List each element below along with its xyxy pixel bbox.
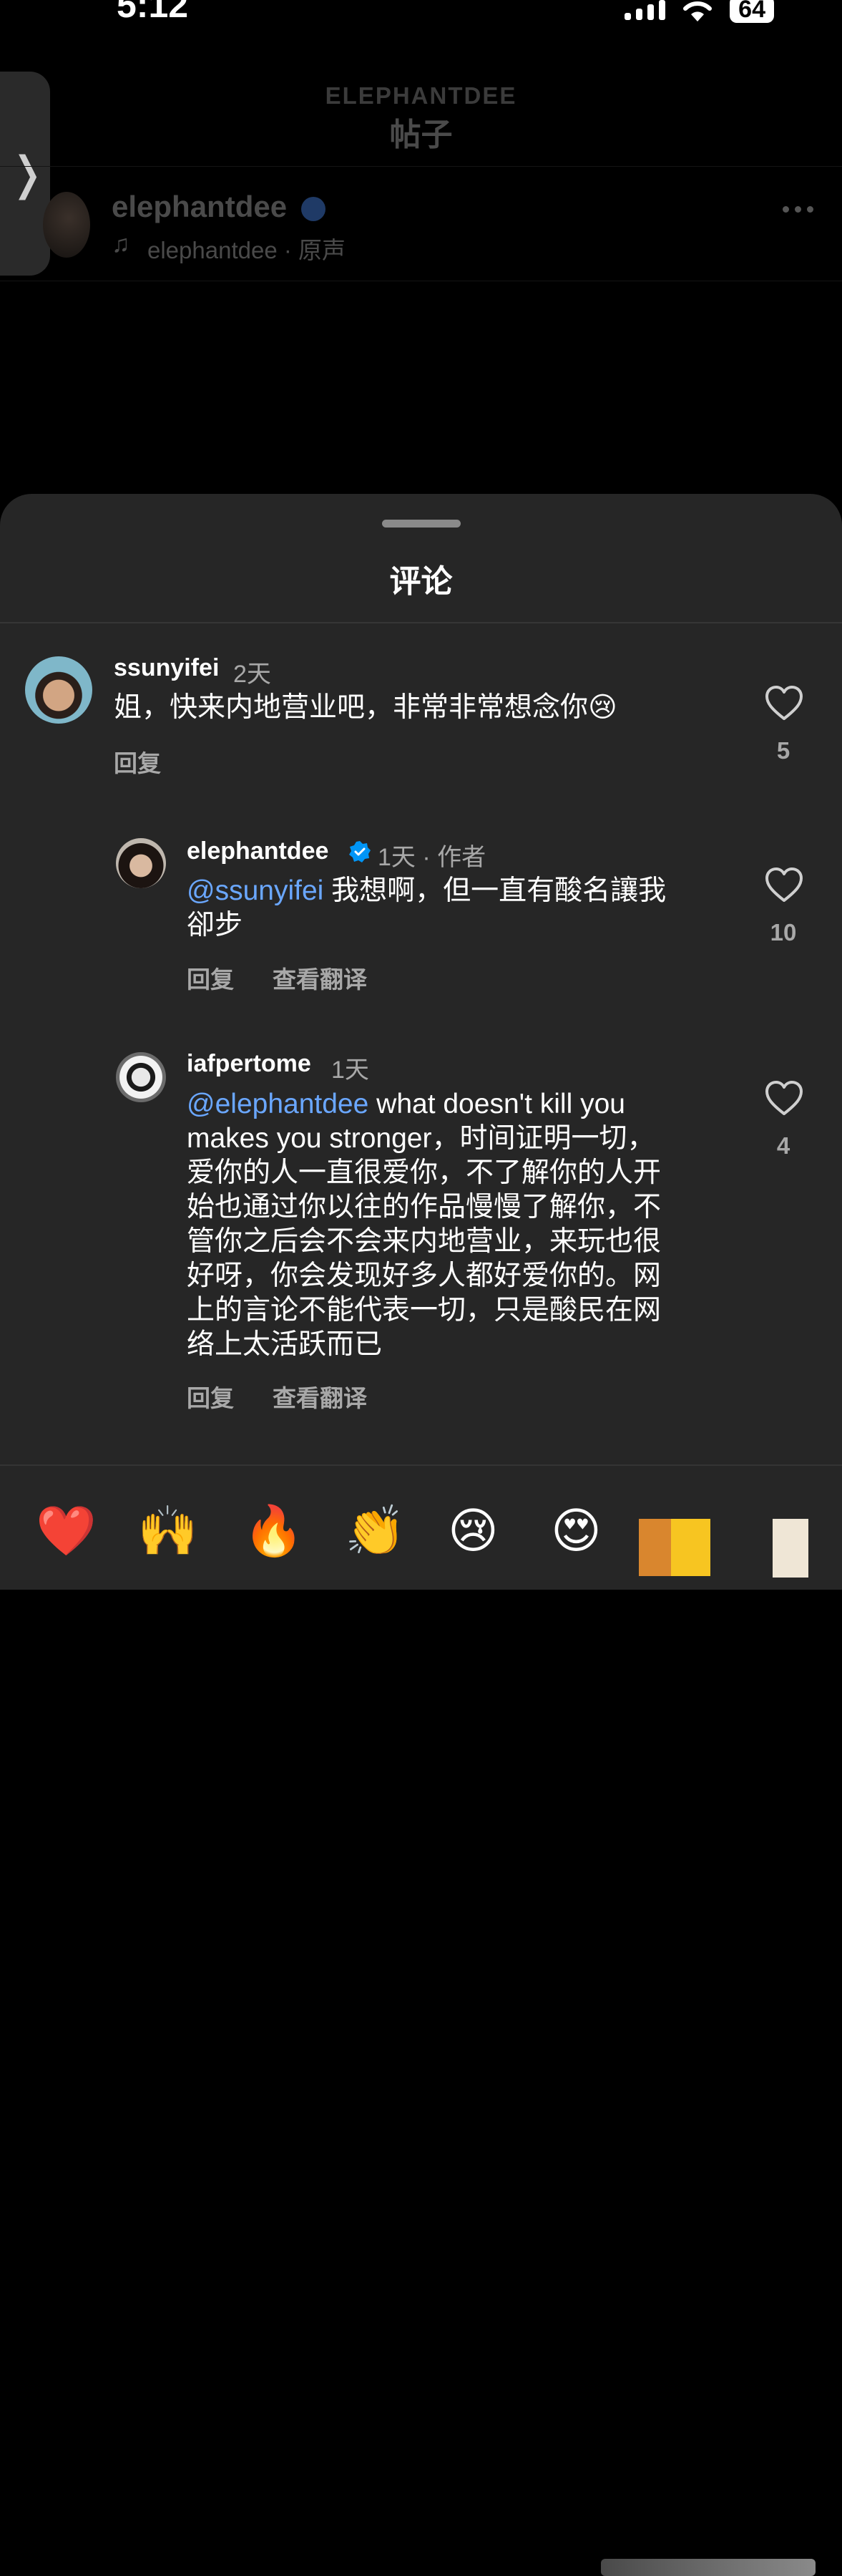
sheet-title: 评论 xyxy=(389,564,453,599)
emoji-crying-button[interactable]: 😢 xyxy=(448,1503,499,1560)
audio-label[interactable]: elephantdee · 原声 xyxy=(147,231,346,266)
wifi-icon xyxy=(681,0,714,21)
header-divider xyxy=(0,166,842,167)
more-options-icon[interactable] xyxy=(783,206,813,213)
see-translation-button[interactable]: 查看翻译 xyxy=(273,1379,367,1414)
heart-icon[interactable] xyxy=(764,866,804,903)
verified-badge-icon xyxy=(301,197,325,221)
comment-text-line: 爱你的人一直很爱你，不了解你的人开 xyxy=(187,1157,662,1188)
status-time: 5:12 xyxy=(117,0,189,25)
music-note-icon: ♫ xyxy=(112,230,130,258)
comment-text-line: 卻步 xyxy=(187,910,243,941)
comment-username[interactable]: iafpertome xyxy=(187,1050,311,1078)
cellular-signal-icon xyxy=(625,0,666,20)
like-count: 4 xyxy=(776,1132,790,1159)
watermark-overlay xyxy=(601,2559,816,2576)
reply-button[interactable]: 回复 xyxy=(114,744,161,779)
comments-sheet: 评论 ssunyifei 2天 姐，快来内地营业吧，非常非常想念你😢 回复 5 … xyxy=(0,494,842,2576)
comment-text: @ssunyifei 我想啊，但一直有酸名讓我 xyxy=(187,875,667,906)
see-translation-button[interactable]: 查看翻译 xyxy=(273,961,367,995)
chevron-right-icon: ❭ xyxy=(8,147,46,199)
avatar[interactable] xyxy=(116,838,166,888)
comment-text-line: 管你之后会不会来内地营业，来玩也很 xyxy=(187,1226,662,1257)
battery-indicator: 64 xyxy=(730,0,774,23)
sheet-divider xyxy=(0,622,842,623)
emoji-bar-divider xyxy=(0,1464,842,1466)
avatar[interactable] xyxy=(116,1052,166,1102)
avatar[interactable] xyxy=(25,656,92,724)
comment-text: @elephantdee what doesn't kill you xyxy=(187,1089,625,1119)
verified-badge-icon xyxy=(349,841,371,862)
comment-username[interactable]: ssunyifei xyxy=(114,654,219,682)
emoji-fire-button[interactable]: 🔥 xyxy=(243,1503,304,1560)
emoji-heart-button[interactable]: ❤️ xyxy=(36,1503,97,1560)
comment-text-line: 络上太活跃而已 xyxy=(187,1329,383,1360)
emoji-clapping-button[interactable]: 👏 xyxy=(345,1503,406,1560)
heart-icon[interactable] xyxy=(764,684,804,721)
status-icons: 64 xyxy=(625,0,774,23)
like-count: 10 xyxy=(770,919,797,946)
mention-link[interactable]: @ssunyifei xyxy=(187,875,323,906)
author-username[interactable]: elephantdee xyxy=(112,190,287,224)
comment-text: 姐，快来内地营业吧，非常非常想念你😢 xyxy=(114,692,617,723)
mention-link[interactable]: @elephantdee xyxy=(187,1089,368,1119)
comment-username[interactable]: elephantdee xyxy=(187,837,328,865)
emoji-raised-hands-button[interactable]: 🙌 xyxy=(137,1503,198,1560)
emoji-placeholder-icon[interactable] xyxy=(639,1519,710,1576)
comment-timestamp: 1天 · 作者 xyxy=(378,844,486,871)
emoji-heart-eyes-button[interactable]: 😍 xyxy=(551,1503,602,1560)
sheet-grabber-handle[interactable] xyxy=(382,520,461,528)
comment-text-line: 好呀，你会发现好多人都好爱你的。网 xyxy=(187,1260,662,1291)
comment-text-line: 上的言论不能代表一切，只是酸民在网 xyxy=(187,1295,662,1326)
heart-icon[interactable] xyxy=(764,1079,804,1117)
author-avatar[interactable] xyxy=(43,192,90,258)
reply-button[interactable]: 回复 xyxy=(187,961,234,995)
emoji-placeholder-icon[interactable] xyxy=(773,1519,808,1578)
comment-text-line: makes you stronger，时间证明一切， xyxy=(187,1123,655,1154)
comment-text-line: 始也通过你以往的作品慢慢了解你，不 xyxy=(187,1192,662,1223)
page-title: 帖子 xyxy=(389,117,453,152)
reply-button[interactable]: 回复 xyxy=(187,1379,234,1414)
comment-timestamp: 1天 xyxy=(331,1056,369,1084)
like-count: 5 xyxy=(776,737,790,764)
comment-timestamp: 2天 xyxy=(233,661,271,688)
emoji-reaction-bar: ❤️ 🙌 🔥 👏 😢 😍 xyxy=(0,1503,842,2576)
post-account-label: ELEPHANTDEE xyxy=(325,82,517,109)
